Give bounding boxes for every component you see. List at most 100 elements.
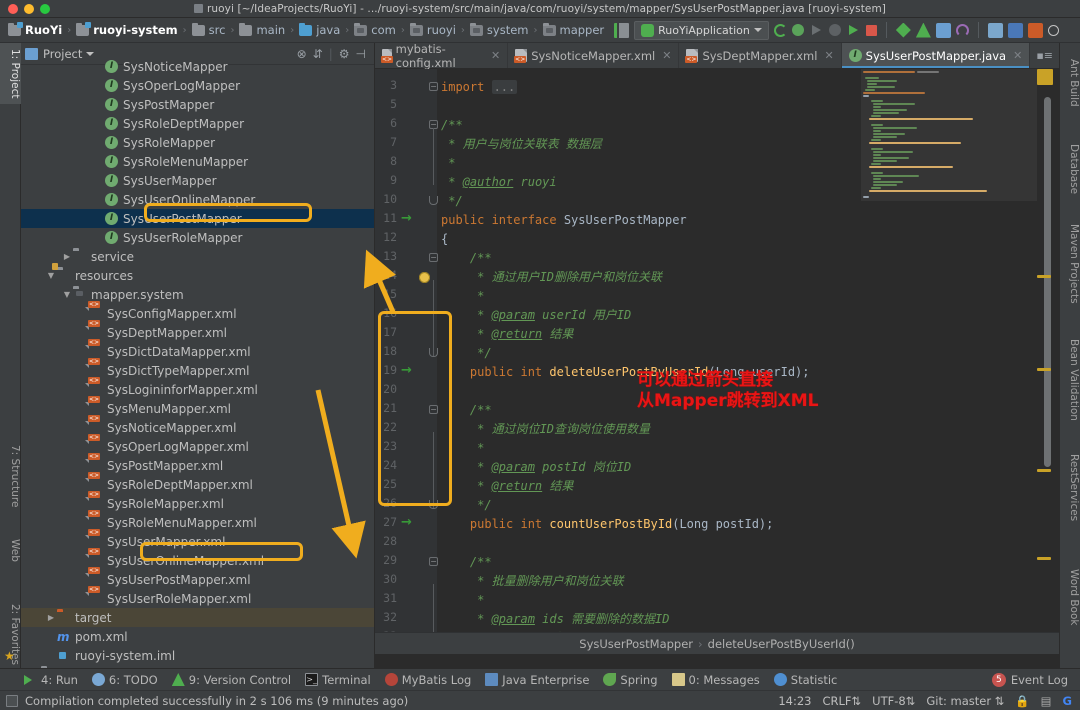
tree-item-sysuseronlinemapper-xml[interactable]: SysUserOnlineMapper.xml xyxy=(21,551,374,570)
code-line[interactable]: public interface SysUserPostMapper xyxy=(441,211,687,230)
project-tree[interactable]: ISysNoticeMapperISysOperLogMapperISysPos… xyxy=(21,56,374,676)
breadcrumb-java[interactable]: java xyxy=(297,18,342,42)
chevron-down-icon[interactable]: ▼ xyxy=(45,271,57,280)
bottom-tab-run[interactable]: 4: Run xyxy=(24,673,78,687)
git-branch-selector[interactable]: Git: master ⇅ xyxy=(926,694,1004,708)
code-line[interactable]: /** xyxy=(441,116,463,135)
bottom-tab-todo[interactable]: 6: TODO xyxy=(92,673,158,687)
lock-icon[interactable]: 🔒 xyxy=(1015,694,1029,708)
tree-item-sysnoticemapper[interactable]: ISysNoticeMapper xyxy=(21,57,374,76)
code-line[interactable]: * 通过用户ID删除用户和岗位关联 xyxy=(441,268,662,287)
breadcrumb-com[interactable]: com xyxy=(352,18,398,42)
breadcrumb-src[interactable]: src xyxy=(190,18,228,42)
sidebar-item-rest-services[interactable]: RestServices xyxy=(1059,448,1080,527)
fold-collapse-icon[interactable]: − xyxy=(429,405,438,414)
code-line[interactable]: * xyxy=(441,154,455,173)
code-line[interactable]: import ... xyxy=(441,78,517,97)
debug-bug-icon[interactable] xyxy=(792,24,804,36)
google-icon[interactable]: G xyxy=(1063,694,1072,708)
undo-icon[interactable] xyxy=(956,24,969,37)
tree-item-sysoperlogmapper[interactable]: ISysOperLogMapper xyxy=(21,76,374,95)
code-line[interactable]: /** xyxy=(441,401,492,420)
sidebar-item-ant-build[interactable]: Ant Build xyxy=(1059,53,1080,113)
scrollbar-thumb[interactable] xyxy=(1044,97,1051,467)
update-project-icon[interactable] xyxy=(896,23,911,38)
build-icon[interactable] xyxy=(614,23,629,38)
code-line[interactable]: * xyxy=(441,287,484,306)
tree-item-resources[interactable]: ▼resources xyxy=(21,266,374,285)
run-icon[interactable] xyxy=(809,23,824,38)
fold-collapse-icon[interactable]: − xyxy=(429,253,438,262)
fold-collapse-icon[interactable]: − xyxy=(429,557,438,566)
bottom-tab-spring[interactable]: Spring xyxy=(603,673,657,687)
close-icon[interactable]: ✕ xyxy=(491,49,500,62)
code-line[interactable]: * xyxy=(441,439,484,458)
sidebar-item-word-book[interactable]: Word Book xyxy=(1059,563,1080,631)
editor-scrollbar[interactable] xyxy=(1041,69,1053,654)
tree-item-sysnoticemapper-xml[interactable]: SysNoticeMapper.xml xyxy=(21,418,374,437)
tree-item-sysusermapper-xml[interactable]: SysUserMapper.xml xyxy=(21,532,374,551)
tab-list-icon[interactable]: ▪≡ xyxy=(1036,49,1053,62)
code-minimap[interactable] xyxy=(861,69,1037,245)
tree-item-sysrolemapper-xml[interactable]: SysRoleMapper.xml xyxy=(21,494,374,513)
tree-item-sysconfigmapper-xml[interactable]: SysConfigMapper.xml xyxy=(21,304,374,323)
breadcrumb-main[interactable]: main xyxy=(237,18,287,42)
database-icon[interactable]: ▤ xyxy=(1041,694,1052,708)
inspect-icon[interactable] xyxy=(1028,23,1043,38)
chevron-down-icon[interactable]: ▼ xyxy=(61,290,73,299)
intention-bulb-icon[interactable] xyxy=(419,272,430,283)
tree-item-sysuserpostmapper-xml[interactable]: SysUserPostMapper.xml xyxy=(21,570,374,589)
code-line[interactable]: public int deleteUserPostByUserId(Long u… xyxy=(441,363,810,382)
tab-sysnoticemapper-xml[interactable]: SysNoticeMapper.xml ✕ xyxy=(508,43,679,68)
sidebar-item-web[interactable]: Web xyxy=(0,533,21,568)
breadcrumb-system[interactable]: system xyxy=(468,18,531,42)
settings-icon[interactable] xyxy=(988,23,1003,38)
code-line[interactable]: */ xyxy=(441,496,492,515)
structure-icon[interactable] xyxy=(1008,23,1023,38)
sidebar-item-project[interactable]: 1: Project xyxy=(0,43,21,104)
tree-item-mapper-system[interactable]: ▼mapper.system xyxy=(21,285,374,304)
bottom-tab-mybatis-log[interactable]: MyBatis Log xyxy=(385,673,472,687)
compare-icon[interactable] xyxy=(936,23,951,38)
close-icon[interactable]: ✕ xyxy=(662,49,671,62)
tree-item-sysdictdatamapper-xml[interactable]: SysDictDataMapper.xml xyxy=(21,342,374,361)
close-icon[interactable]: ✕ xyxy=(824,49,833,62)
navigate-to-xml-arrow-icon[interactable]: → xyxy=(401,212,412,225)
bottom-tab-messages[interactable]: 0: Messages xyxy=(672,673,760,687)
warning-marker[interactable] xyxy=(1037,557,1051,560)
breadcrumb-ruoyi[interactable]: ruoyi xyxy=(408,18,458,42)
code-line[interactable]: { xyxy=(441,230,448,249)
sidebar-item-maven-projects[interactable]: Maven Projects xyxy=(1059,218,1080,310)
event-log-button[interactable]: 5 Event Log xyxy=(992,673,1068,687)
code-line[interactable]: * @param postId 岗位ID xyxy=(441,458,631,477)
tree-item-sysoperlogmapper-xml[interactable]: SysOperLogMapper.xml xyxy=(21,437,374,456)
tree-item-sysdeptmapper-xml[interactable]: SysDeptMapper.xml xyxy=(21,323,374,342)
sidebar-item-structure[interactable]: 7: Structure xyxy=(0,439,21,513)
breadcrumb-mapper[interactable]: mapper xyxy=(541,18,607,42)
tab-sysuserpostmapper-java[interactable]: I SysUserPostMapper.java ✕ xyxy=(842,43,1031,68)
stop-icon[interactable] xyxy=(866,25,877,36)
tree-item-ruoyi-system-iml[interactable]: ruoyi-system.iml xyxy=(21,646,374,665)
breadcrumb-class[interactable]: SysUserPostMapper xyxy=(579,637,693,651)
chevron-right-icon[interactable]: ▶ xyxy=(45,613,57,622)
profile-icon[interactable] xyxy=(846,23,861,38)
code-line[interactable]: * @param userId 用户ID xyxy=(441,306,631,325)
bottom-tab-terminal[interactable]: >_ Terminal xyxy=(305,673,371,687)
tree-item-syspostmapper[interactable]: ISysPostMapper xyxy=(21,95,374,114)
tree-item-sysroledeptmapper-xml[interactable]: SysRoleDeptMapper.xml xyxy=(21,475,374,494)
tree-item-service[interactable]: ▶service xyxy=(21,247,374,266)
tree-item-sysusermapper[interactable]: ISysUserMapper xyxy=(21,171,374,190)
code-line[interactable]: /** xyxy=(441,249,492,268)
code-line[interactable]: * @param ids 需要删除的数据ID xyxy=(441,610,670,629)
breadcrumb-project[interactable]: RuoYi xyxy=(6,18,64,42)
tree-item-sysmenumapper-xml[interactable]: SysMenuMapper.xml xyxy=(21,399,374,418)
close-icon[interactable]: ✕ xyxy=(1013,49,1022,62)
editor-breadcrumb[interactable]: SysUserPostMapper › deleteUserPostByUser… xyxy=(375,632,1059,654)
tree-item-sysuserrolemapper-xml[interactable]: SysUserRoleMapper.xml xyxy=(21,589,374,608)
fold-end-icon[interactable] xyxy=(429,196,438,205)
code-line[interactable]: /** xyxy=(441,553,492,572)
tree-item-sysuserrolemapper[interactable]: ISysUserRoleMapper xyxy=(21,228,374,247)
run-coverage-icon[interactable] xyxy=(829,24,841,36)
editor-tab-actions[interactable]: ▪≡ xyxy=(1030,43,1059,68)
inspection-status-icon[interactable] xyxy=(1037,69,1053,85)
